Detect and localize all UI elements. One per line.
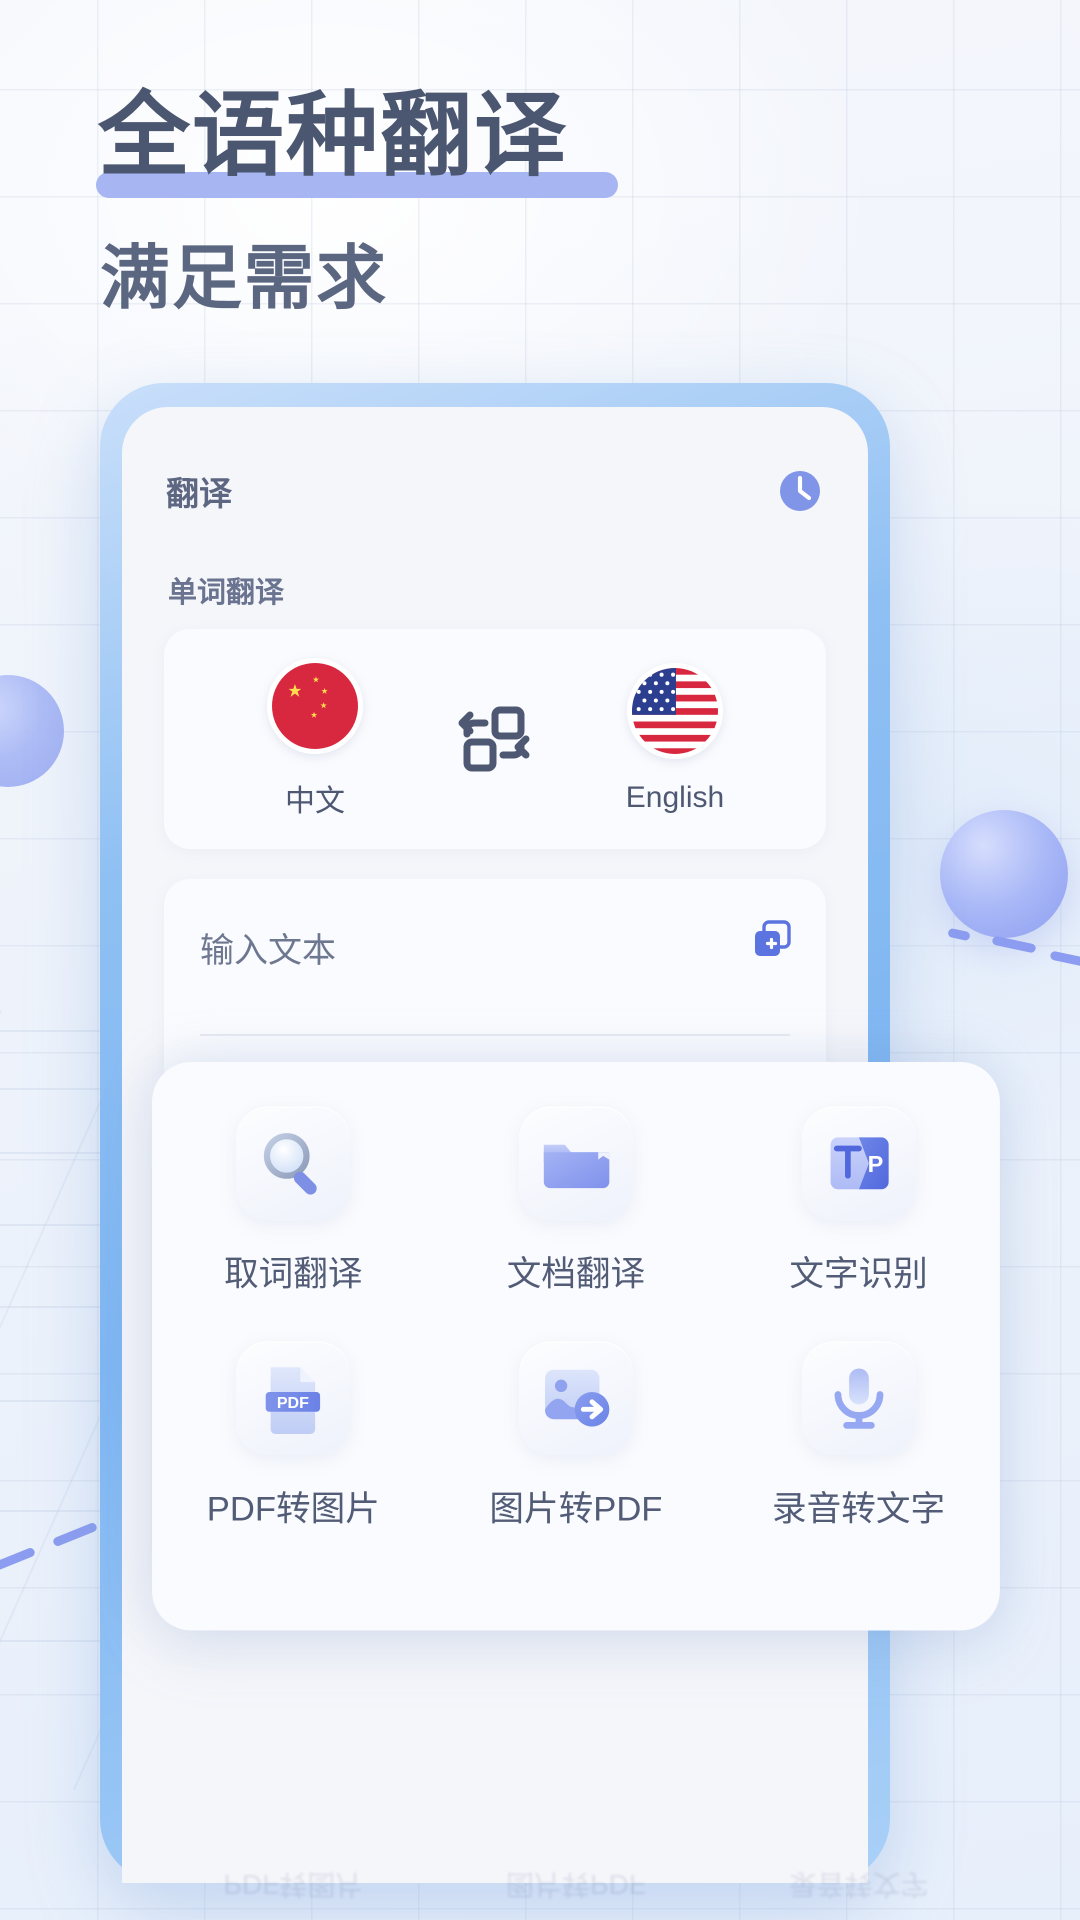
tool-label: 图片转PDF bbox=[489, 1489, 663, 1528]
tool-label: 文字识别 bbox=[789, 1254, 928, 1294]
text-recognition-icon: P bbox=[801, 1106, 916, 1221]
copy-add-icon-source[interactable] bbox=[752, 919, 792, 959]
reflection-label: 图片转PDF bbox=[505, 1869, 646, 1900]
tool-image-to-pdf[interactable]: 图片转PDF bbox=[435, 1297, 718, 1532]
tool-word-translate[interactable]: 取词翻译 bbox=[152, 1062, 435, 1297]
svg-text:PDF: PDF bbox=[277, 1394, 309, 1412]
tools-grid-row-2: PDF PDF转图片 图片转PDF 录音转文字 bbox=[152, 1297, 1000, 1532]
image-export-icon bbox=[519, 1341, 633, 1456]
app-title: 翻译 bbox=[166, 475, 232, 512]
section-label: 单词翻译 bbox=[168, 577, 285, 609]
source-language-name: 中文 bbox=[285, 785, 345, 818]
target-language-name: English bbox=[625, 781, 725, 814]
reflection-labels: PDF转图片 图片转PDF 录音转文字 bbox=[152, 1836, 1000, 1906]
app-header: 翻译 bbox=[166, 461, 824, 521]
magnifier-icon bbox=[236, 1106, 351, 1221]
source-language-selector[interactable]: 中文 bbox=[220, 658, 410, 820]
tool-pdf-to-image[interactable]: PDF PDF转图片 bbox=[152, 1297, 435, 1532]
reflection-label: PDF转图片 bbox=[223, 1869, 364, 1900]
tool-document-translate[interactable]: 文档翻译 bbox=[435, 1062, 718, 1297]
swap-icon[interactable] bbox=[452, 702, 538, 776]
tools-panel: 取词翻译 文档翻译 P 文字识别 PDF PDF转图片 图片转PDF 录音转文字 bbox=[152, 1062, 1000, 1631]
folder-icon bbox=[519, 1106, 633, 1221]
microphone-icon bbox=[801, 1341, 916, 1456]
tool-audio-to-text[interactable]: 录音转文字 bbox=[717, 1297, 1000, 1532]
svg-text:P: P bbox=[867, 1151, 883, 1177]
pdf-file-icon: PDF bbox=[236, 1341, 351, 1456]
tool-text-recognition[interactable]: P 文字识别 bbox=[717, 1062, 1000, 1297]
tools-grid-row-1: 取词翻译 文档翻译 P 文字识别 bbox=[152, 1062, 1000, 1297]
tool-label: 取词翻译 bbox=[224, 1254, 363, 1294]
tool-label: 录音转文字 bbox=[772, 1489, 946, 1528]
tool-label: PDF转图片 bbox=[206, 1489, 380, 1528]
source-text-row[interactable]: 输入文本 bbox=[164, 879, 826, 1036]
flag-china-icon bbox=[267, 658, 363, 754]
reflection-label: 录音转文字 bbox=[788, 1869, 929, 1900]
target-language-selector[interactable]: English bbox=[580, 663, 770, 815]
page-title: 全语种翻译 bbox=[98, 85, 569, 187]
page-subtitle: 满足需求 bbox=[100, 239, 388, 317]
language-selector-card: 中文 English bbox=[164, 629, 826, 849]
flag-usa-icon bbox=[627, 663, 723, 759]
tool-label: 文档翻译 bbox=[506, 1254, 646, 1294]
headline-block: 全语种翻译 bbox=[98, 88, 568, 185]
clock-icon[interactable] bbox=[776, 467, 824, 515]
source-text-value[interactable]: 输入文本 bbox=[200, 923, 336, 972]
decorative-sphere-right bbox=[940, 810, 1068, 938]
